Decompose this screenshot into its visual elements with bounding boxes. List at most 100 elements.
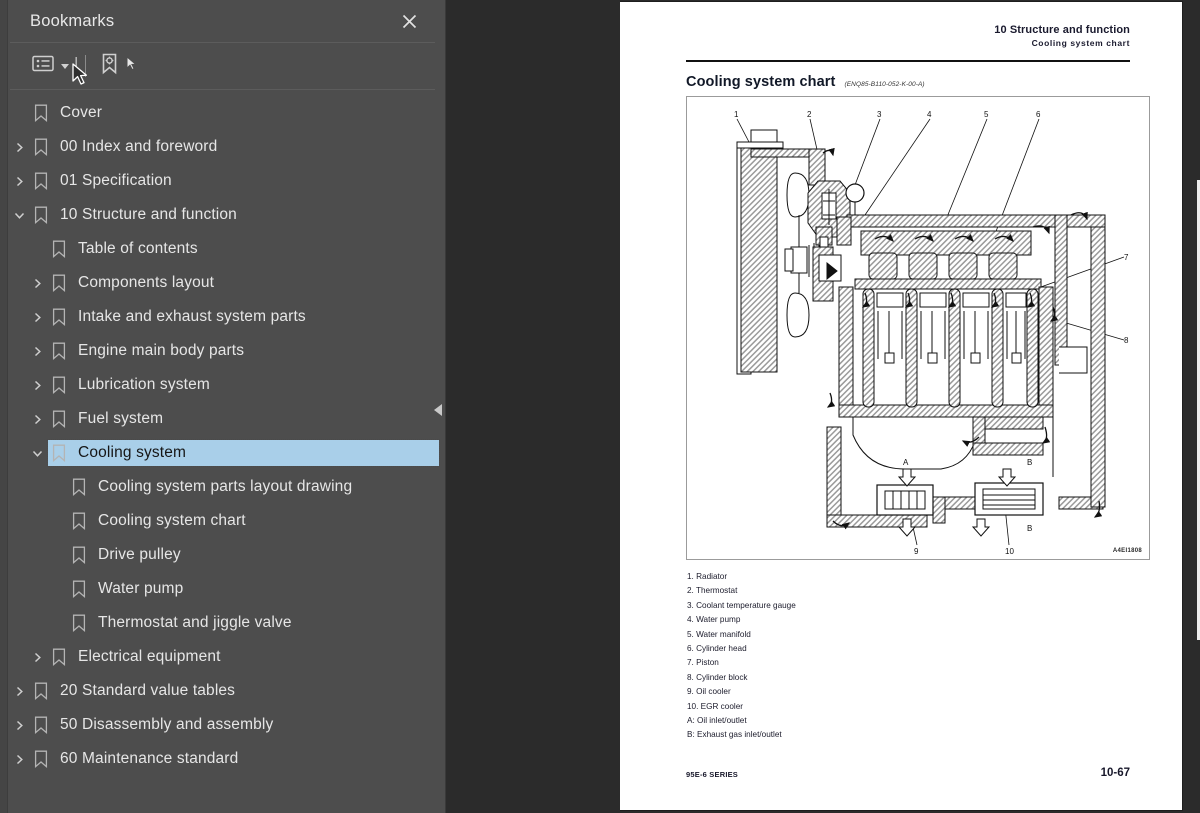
chevron-right-icon[interactable]: [26, 340, 48, 362]
chevron-down-icon[interactable]: [26, 442, 48, 464]
chevron-right-icon[interactable]: [8, 748, 30, 770]
bookmark-item[interactable]: 20 Standard value tables: [0, 674, 445, 708]
bookmark-item[interactable]: 00 Index and foreword: [0, 130, 445, 164]
bookmark-item[interactable]: Lubrication system: [0, 368, 445, 402]
chevron-right-icon[interactable]: [26, 646, 48, 668]
bookmark-row-content[interactable]: Table of contents: [48, 236, 200, 262]
bookmark-row-content[interactable]: Components layout: [48, 270, 216, 296]
bookmark-row-content[interactable]: Cover: [30, 100, 104, 126]
bookmark-label: 60 Maintenance standard: [60, 750, 239, 767]
bookmark-row-content[interactable]: Fuel system: [48, 406, 165, 432]
chevron-right-icon[interactable]: [8, 170, 30, 192]
bookmark-label: 10 Structure and function: [60, 206, 237, 223]
bookmark-item[interactable]: 60 Maintenance standard: [0, 742, 445, 776]
bookmark-item[interactable]: Table of contents: [0, 232, 445, 266]
bookmark-item[interactable]: 01 Specification: [0, 164, 445, 198]
bookmark-label: Components layout: [78, 274, 215, 291]
bookmark-icon: [30, 204, 52, 226]
bookmark-label: Drive pulley: [98, 546, 181, 563]
bookmark-row-content[interactable]: Engine main body parts: [48, 338, 246, 364]
bookmark-icon: [48, 408, 70, 430]
document-viewer[interactable]: 10 Structure and function Cooling system…: [620, 0, 1200, 813]
chevron-right-icon[interactable]: [26, 374, 48, 396]
mouse-pointer-icon: [126, 55, 137, 76]
bookmark-icon: [30, 680, 52, 702]
bookmark-label: Cooling system chart: [98, 512, 246, 529]
section-title-row: Cooling system chart (ENQ85-B110-052-K-0…: [686, 74, 925, 90]
bookmark-item[interactable]: Cooling system chart: [0, 504, 445, 538]
bookmark-row-content[interactable]: Water pump: [68, 576, 185, 602]
chevron-right-icon[interactable]: [26, 272, 48, 294]
bookmark-item[interactable]: Thermostat and jiggle valve: [0, 606, 445, 640]
bookmark-row-content[interactable]: 10 Structure and function: [30, 202, 239, 228]
bookmark-item[interactable]: Drive pulley: [0, 538, 445, 572]
bookmark-item[interactable]: Electrical equipment: [0, 640, 445, 674]
bookmark-row-content[interactable]: Electrical equipment: [48, 644, 223, 670]
bookmark-item[interactable]: Intake and exhaust system parts: [0, 300, 445, 334]
bookmark-item[interactable]: Engine main body parts: [0, 334, 445, 368]
mouse-cursor: [68, 57, 94, 92]
bookmark-row-content[interactable]: Lubrication system: [48, 372, 212, 398]
chevron-right-icon[interactable]: [26, 408, 48, 430]
bookmarks-panel-header: Bookmarks: [10, 0, 435, 43]
bookmark-options-button[interactable]: [30, 52, 71, 80]
panel-title: Bookmarks: [30, 11, 115, 30]
bookmark-item[interactable]: Cover: [0, 96, 445, 130]
chevron-down-icon[interactable]: [8, 204, 30, 226]
bookmark-icon: [30, 136, 52, 158]
bookmark-item[interactable]: Components layout: [0, 266, 445, 300]
bookmark-item[interactable]: Fuel system: [0, 402, 445, 436]
page-running-header: 10 Structure and function Cooling system…: [994, 24, 1130, 48]
close-icon[interactable]: [397, 9, 421, 33]
bookmark-row-content[interactable]: Thermostat and jiggle valve: [68, 610, 294, 636]
chevron-right-icon[interactable]: [8, 714, 30, 736]
bookmark-icon: [30, 102, 52, 124]
bookmark-icon: [68, 476, 90, 498]
bookmark-label: Electrical equipment: [78, 648, 221, 665]
svg-text:8: 8: [1124, 336, 1129, 345]
legend-entry: 4. Water pump: [687, 615, 741, 625]
bookmark-row-content[interactable]: 50 Disassembly and assembly: [30, 712, 275, 738]
bookmark-row-content[interactable]: Drive pulley: [68, 542, 183, 568]
bookmark-row-content[interactable]: Intake and exhaust system parts: [48, 304, 308, 330]
bookmark-icon: [48, 306, 70, 328]
bookmark-item[interactable]: Water pump: [0, 572, 445, 606]
chevron-right-icon[interactable]: [8, 136, 30, 158]
bookmark-row-content[interactable]: Cooling system chart: [68, 508, 248, 534]
legend-entry: 6. Cylinder head: [687, 644, 747, 654]
bookmark-item[interactable]: 10 Structure and function: [0, 198, 445, 232]
chevron-right-icon[interactable]: [8, 680, 30, 702]
bookmark-item[interactable]: 50 Disassembly and assembly: [0, 708, 445, 742]
bookmark-item[interactable]: Cooling system: [0, 436, 445, 470]
toolbar-divider: [85, 55, 86, 77]
bookmark-label: Table of contents: [78, 240, 198, 257]
legend-entry: 2. Thermostat: [687, 586, 738, 596]
bookmark-label: Engine main body parts: [78, 342, 245, 359]
chevron-left-icon: [434, 404, 442, 416]
bookmark-selected-row[interactable]: Cooling system: [47, 439, 440, 467]
bookmark-label: Thermostat and jiggle valve: [98, 614, 292, 631]
bookmark-item[interactable]: Cooling system parts layout drawing: [0, 470, 445, 504]
chevron-down-icon: [61, 63, 69, 69]
bookmark-icon: [30, 714, 52, 736]
bookmarks-toolbar: [10, 43, 435, 90]
bookmark-row-content[interactable]: 00 Index and foreword: [30, 134, 219, 160]
bookmark-icon: [68, 578, 90, 600]
pdf-page: 10 Structure and function Cooling system…: [620, 2, 1182, 810]
svg-text:9: 9: [914, 547, 919, 556]
page-title: Cooling system chart: [686, 74, 836, 90]
bookmark-row-content[interactable]: Cooling system parts layout drawing: [68, 474, 354, 500]
bookmark-settings-icon: [98, 52, 122, 81]
new-bookmark-button[interactable]: [96, 49, 139, 84]
bookmarks-panel: Bookmarks Cover 00 Index and foreword 01…: [0, 0, 446, 813]
bookmark-row-content[interactable]: 60 Maintenance standard: [30, 746, 240, 772]
footer-page-number: 10-67: [1100, 767, 1130, 779]
bookmark-row-content[interactable]: 01 Specification: [30, 168, 174, 194]
bookmark-row-content[interactable]: 20 Standard value tables: [30, 678, 237, 704]
figure-id: A4EI1808: [1112, 548, 1142, 554]
chevron-right-icon[interactable]: [26, 306, 48, 328]
panel-collapse-handle[interactable]: [430, 396, 446, 424]
bookmark-icon: [30, 748, 52, 770]
bookmarks-tree[interactable]: Cover 00 Index and foreword 01 Specificati…: [0, 90, 445, 813]
bookmark-label: Cooling system parts layout drawing: [98, 478, 353, 495]
